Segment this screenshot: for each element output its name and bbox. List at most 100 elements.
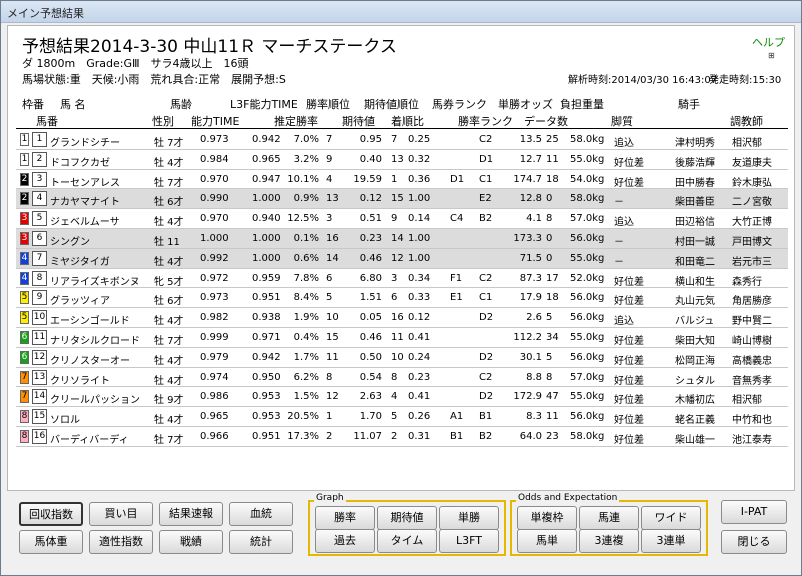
cell-place-ratio: 0.24 <box>408 351 431 363</box>
table-row[interactable]: 5 10 エーシンゴールド牡 4才 0.982 0.938 1.9% 10 0.05 16 0.1… <box>16 308 788 328</box>
cell-running-style: 好位差 <box>614 335 644 347</box>
cell-horse-name: バーディバーディ <box>50 434 129 446</box>
cell-ability-a: 0.999 <box>200 331 229 343</box>
table-row[interactable]: 2 4 ナカヤマナイト 牡 6才 0.990 1.000 0.9% 13 0.12 15 1.00 E… <box>16 189 788 210</box>
col-exp-rank: 期待値順位 <box>364 98 419 111</box>
ipat-button[interactable]: I-PAT <box>721 500 787 524</box>
cell-weight: 56.0kg <box>570 292 605 304</box>
table-row[interactable]: 5 9 グラッツィア牡 6才 0.973 0.951 8.4% 5 1.51 6 0.33 E1 C1… <box>16 288 788 309</box>
horse-weight-button[interactable]: 馬体重 <box>19 530 83 554</box>
cell-sex-age: 牡 6才 <box>154 197 184 209</box>
cell-ability-b: 0.953 <box>252 391 281 403</box>
graph-past-button[interactable]: 過去 <box>315 529 375 553</box>
cell-ticket-rank: E1 <box>450 292 463 304</box>
cell-data-count: 23 <box>546 430 559 442</box>
cell-sex-age: 牡 11 <box>154 236 180 248</box>
table-row[interactable]: 6 11 ナリタシルクロード牡 7才 0.999 0.971 0.4% 15 0.46 11 0.… <box>16 328 788 348</box>
cell-weight: 54.0kg <box>570 173 605 185</box>
table-row[interactable]: 7 14 クリールパッション 牡 9才 0.986 0.953 1.5% 12 2.63 4 0.4… <box>16 387 788 408</box>
kaime-button[interactable]: 買い目 <box>89 502 153 526</box>
cell-jockey: シュタル <box>675 375 715 387</box>
table-row[interactable]: 3 6 シングン 牡 11 1.000 1.000 0.1% 16 0.23 14 1.00 173.… <box>16 228 788 249</box>
wide-button[interactable]: ワイド <box>641 506 701 530</box>
result-bulletin-button[interactable]: 結果速報 <box>159 502 223 526</box>
table-row[interactable]: 1 1 グランドシチー牡 7才 0.973 0.942 7.0% 7 0.95 7 0.25 C2 1… <box>16 130 788 150</box>
cell-horse-name: ドコフクカゼ <box>50 157 110 169</box>
cell-rate-rank: C2 <box>479 371 493 383</box>
table-row[interactable]: 7 13 クリソライト 牡 4才 0.974 0.950 6.2% 8 0.54 8 0.23 C2 8… <box>16 368 788 388</box>
cell-trainer: 森秀行 <box>732 276 762 288</box>
record-button[interactable]: 戦績 <box>159 530 223 554</box>
cell-ability-b: 0.965 <box>252 153 281 165</box>
recovery-index-button[interactable]: 回収指数 <box>19 502 83 526</box>
table-row[interactable]: 2 3 トーセンアレス 牡 7才 0.970 0.947 10.1% 4 19.59 1 0.36 D… <box>16 170 788 190</box>
horse-number: 9 <box>32 290 47 306</box>
table-row[interactable]: 1 2 ドコフクカゼ 牡 4才 0.984 0.965 3.2% 9 0.40 13 0.32 D1 1… <box>16 150 788 170</box>
cell-place-ratio: 0.41 <box>408 391 431 403</box>
cell-exp-value: 0.40 <box>359 153 382 165</box>
cell-trainer: 岩元市三 <box>732 256 772 268</box>
umaren-button[interactable]: 馬連 <box>579 506 639 530</box>
cell-running-style: 好位差 <box>614 355 644 367</box>
stats-button[interactable]: 統計 <box>229 530 293 554</box>
bloodline-button[interactable]: 血統 <box>229 502 293 526</box>
cell-exp-value: 11.07 <box>353 430 382 442</box>
cell-win-rate: 7.0% <box>293 134 319 145</box>
waku-badge: 3 <box>20 231 29 245</box>
tanfuku-button[interactable]: 単複枠 <box>517 506 577 530</box>
graph-tansho-button[interactable]: 単勝 <box>439 506 499 530</box>
cell-win-odds: 64.0 <box>519 430 542 442</box>
cell-jockey: 田中勝春 <box>675 177 715 189</box>
cell-ticket-rank: B1 <box>450 430 464 442</box>
table-row[interactable]: 4 7 ミヤジタイガ 牡 4才 0.992 1.000 0.6% 14 0.46 12 1.00 71… <box>16 248 788 269</box>
cell-place-ratio: 0.26 <box>408 411 431 423</box>
cell-win-rate: 1.9% <box>293 312 319 324</box>
cell-jockey: 田辺裕信 <box>675 217 715 229</box>
cell-win-rank: 3 <box>326 213 333 225</box>
cell-sex-age: 牡 4才 <box>154 415 184 427</box>
table-row[interactable]: 6 12 クリノスターオー 牡 4才 0.979 0.942 1.7% 11 0.50 10 0.2… <box>16 348 788 368</box>
cell-horse-name: クリノスターオー <box>50 355 130 367</box>
cell-place-ratio: 0.36 <box>408 173 431 185</box>
cell-win-rate: 0.9% <box>293 193 319 205</box>
cell-trainer: 崎山博樹 <box>732 335 772 347</box>
cell-ability-b: 0.942 <box>252 351 281 363</box>
cell-running-style: 好位差 <box>614 375 644 387</box>
help-link[interactable]: ヘルプ <box>752 34 785 50</box>
cell-weight: 56.0kg <box>570 351 605 363</box>
graph-time-button[interactable]: タイム <box>377 529 437 553</box>
graph-l3ft-button[interactable]: L3FT <box>439 529 499 553</box>
cell-jockey: 柴田大知 <box>675 335 715 347</box>
graph-expectation-button[interactable]: 期待値 <box>377 506 437 530</box>
col-ticket-rank: 馬券ランク <box>432 98 487 111</box>
cell-exp-value: 0.46 <box>359 331 382 343</box>
cell-sex-age: 牝 5才 <box>154 276 184 288</box>
cell-weight: 55.0kg <box>570 331 605 343</box>
waku-badge: 2 <box>20 192 29 206</box>
cell-rate-rank: C2 <box>479 272 493 284</box>
sanrentan-button[interactable]: 3連単 <box>641 529 701 553</box>
table-row[interactable]: 3 5 ジェベルムーサ牡 4才 0.970 0.940 12.5% 3 0.51 9 0.14 C4… <box>16 209 788 229</box>
cell-weight: 58.0kg <box>570 430 605 442</box>
cell-exp-value: 0.50 <box>359 351 382 363</box>
table-row[interactable]: 8 16 バーディバーディ 牡 7才 0.966 0.951 17.3% 2 11.07 2 0.3… <box>16 427 788 447</box>
horse-number: 1 <box>32 132 47 147</box>
table-row[interactable]: 8 15 ソロル 牡 4才 0.965 0.953 20.5% 1 1.70 5 0.26 A1 B1 8… <box>16 407 788 427</box>
horse-number: 11 <box>32 329 47 345</box>
cell-data-count: 18 <box>546 173 559 185</box>
cell-exp-rank: 16 <box>391 312 404 324</box>
col-win-rate: 推定勝率 <box>274 115 318 128</box>
cell-jockey: 丸山元気 <box>675 296 715 308</box>
col-num: 馬番 <box>36 115 58 128</box>
table-row[interactable]: 4 8 リアライズキボンヌ 牝 5才 0.972 0.959 7.8% 6 6.80 3 0.34 F… <box>16 269 788 289</box>
aptitude-index-button[interactable]: 適性指数 <box>89 530 153 554</box>
cell-running-style: 好位差 <box>614 415 644 427</box>
cell-ticket-rank: A1 <box>450 411 464 423</box>
graph-win-rate-button[interactable]: 勝率 <box>315 506 375 530</box>
sanrenpuku-button[interactable]: 3連複 <box>579 529 639 553</box>
pin-icon[interactable]: ⊞ <box>768 51 775 60</box>
cell-win-rank: 12 <box>326 391 339 403</box>
umatan-button[interactable]: 馬単 <box>517 529 577 553</box>
close-button[interactable]: 閉じる <box>721 530 787 554</box>
waku-badge: 6 <box>20 350 29 364</box>
